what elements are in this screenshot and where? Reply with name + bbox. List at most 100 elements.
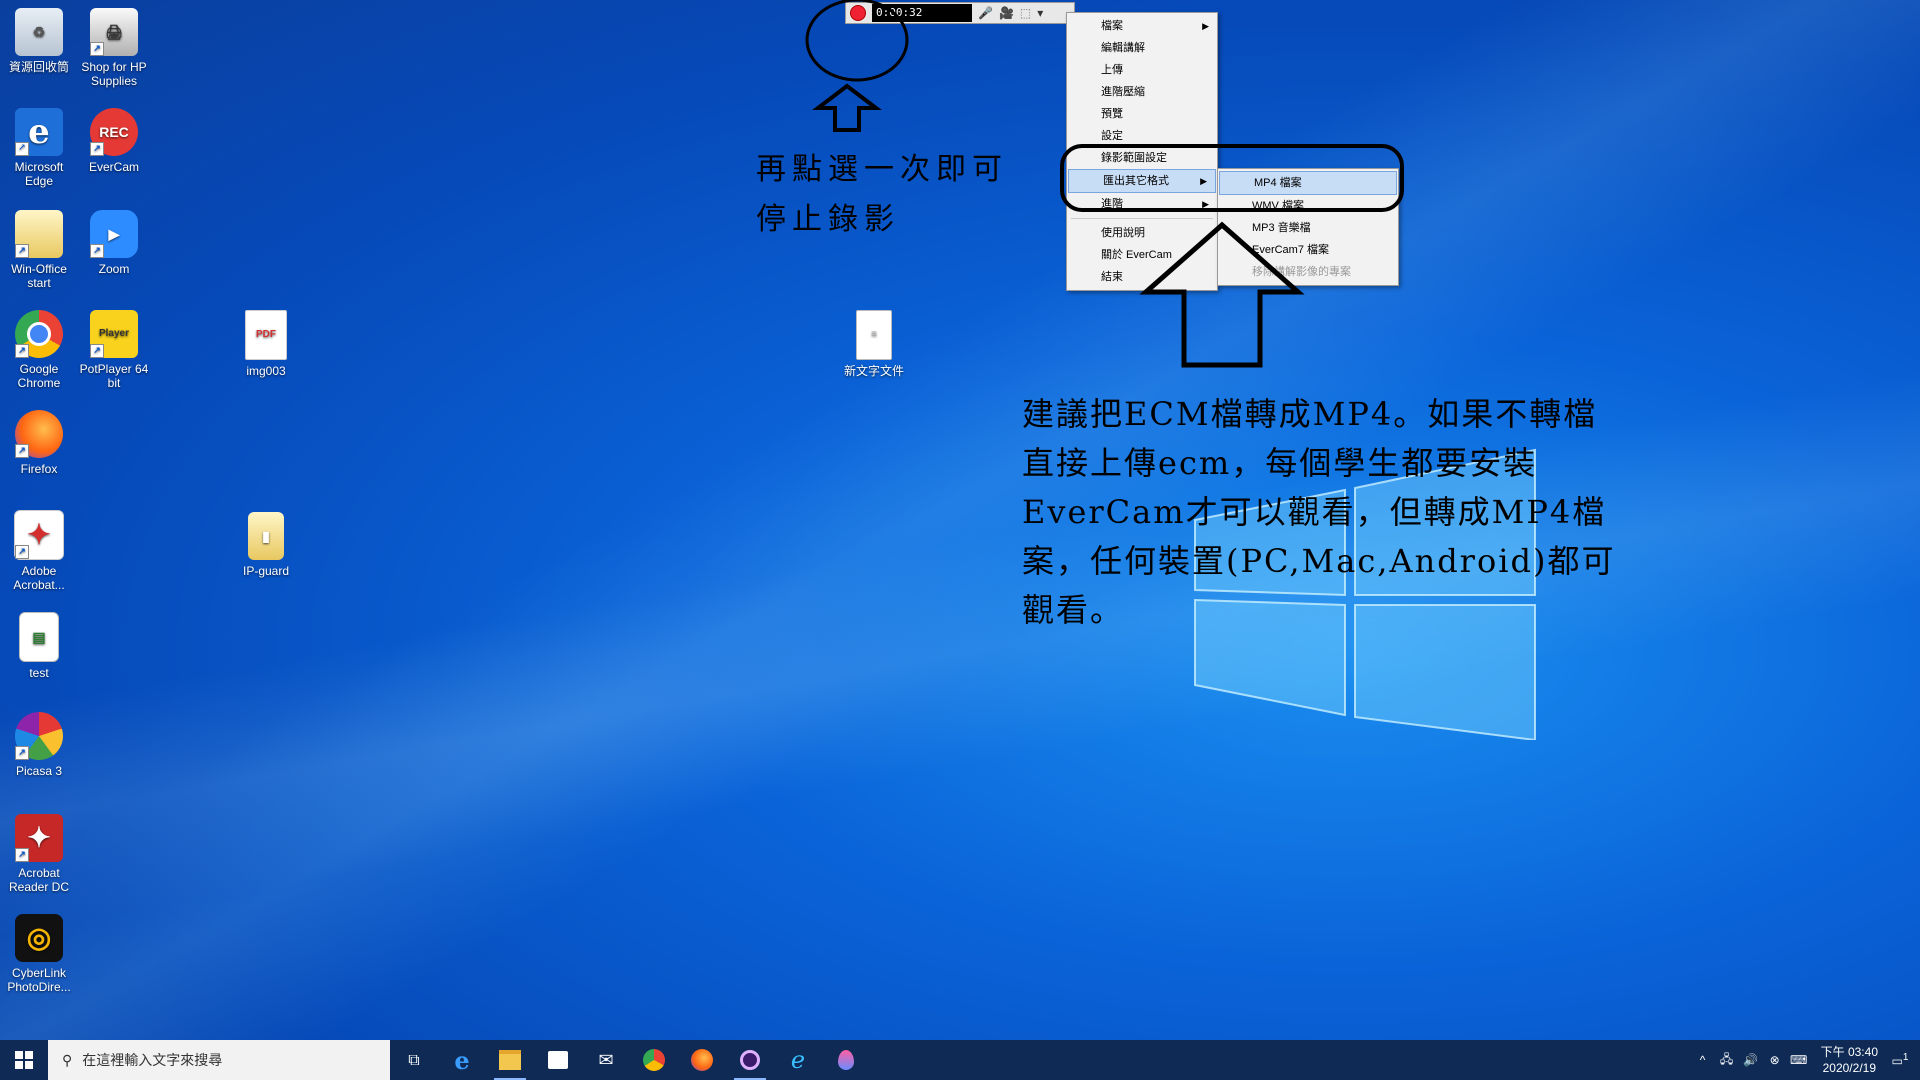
desktop-icon-new-text-file[interactable]: ≡ 新文字文件 xyxy=(835,310,913,378)
desktop-icon-cyberlink[interactable]: ◎ CyberLink PhotoDire... xyxy=(0,914,78,994)
stop-record-button[interactable] xyxy=(850,5,866,21)
export-submenu: MP4 檔案 WMV 檔案 MP3 音樂檔 EverCam7 檔案 移除講解影像… xyxy=(1217,168,1399,286)
menu-item-record-area[interactable]: 錄影範圍設定 xyxy=(1067,147,1217,169)
edge-icon: e ↗ xyxy=(15,108,63,156)
ime-icon[interactable]: ⌨ xyxy=(1787,1053,1811,1067)
desktop-icon-recycle-bin[interactable]: ♻ 資源回收筒 xyxy=(0,8,78,74)
pdf-file-icon: PDF xyxy=(245,310,287,360)
windows-icon xyxy=(15,1051,33,1069)
chevron-down-icon[interactable]: ▾ xyxy=(1037,6,1043,20)
taskbar: ⚲ 在這裡輸入文字來搜尋 ⧉ e ✉ e ^ 🖧 🔊 ⊗ ⌨ 下午 03:40 … xyxy=(0,1040,1920,1080)
annotation-advice: 建議把ECM檔轉成MP4。如果不轉檔直接上傳ecm，每個學生都要安裝EverCa… xyxy=(1022,395,1616,629)
desktop-icon-evercam[interactable]: REC ↗ EverCam xyxy=(75,108,153,174)
evercam-menu: 檔案 ▶ 編輯講解 上傳 進階壓縮 預覽 設定 錄影範圍設定 匯出其它格式 ▶ 進階… xyxy=(1066,12,1218,291)
document-icon: ▤ xyxy=(19,612,59,662)
evercam-recording-toolbar: 0:00:32 🎤 🎥 ⬚ ▾ xyxy=(845,2,1075,24)
desktop-icon-acrobat-reader[interactable]: ✦ ↗ Acrobat Reader DC xyxy=(0,814,78,894)
taskbar-file-explorer[interactable] xyxy=(486,1040,534,1080)
evercam-icon: REC ↗ xyxy=(90,108,138,156)
submenu-item-mp4[interactable]: MP4 檔案 xyxy=(1219,171,1397,195)
menu-item-settings[interactable]: 設定 xyxy=(1067,125,1217,147)
task-view-icon: ⧉ xyxy=(408,1050,420,1069)
recording-status-icon[interactable]: ⊗ xyxy=(1763,1053,1787,1067)
submenu-item-mp3[interactable]: MP3 音樂檔 xyxy=(1218,217,1398,239)
file-explorer-icon xyxy=(499,1050,521,1070)
acrobat-reader-icon: ✦ ↗ xyxy=(15,814,63,862)
text-file-icon: ≡ xyxy=(856,310,892,360)
desktop-icon-firefox[interactable]: ↗ Firefox xyxy=(0,410,78,476)
desktop-icon-potplayer[interactable]: Player ↗ PotPlayer 64 bit xyxy=(75,310,153,390)
annotation-arrow-up-small-shape xyxy=(812,83,882,132)
menu-separator xyxy=(1071,218,1213,219)
taskbar-mail[interactable]: ✉ xyxy=(582,1040,630,1080)
firefox-icon: ↗ xyxy=(15,410,63,458)
desktop-icon-ip-guard[interactable]: ▮ IP-guard xyxy=(227,512,305,578)
menu-item-advanced[interactable]: 進階 ▶ xyxy=(1067,193,1217,215)
cyberlink-icon: ◎ xyxy=(15,914,63,962)
submenu-item-remove-narration: 移除講解影像的專案 xyxy=(1252,266,1351,278)
desktop-icon-test[interactable]: ▤ test xyxy=(0,612,78,680)
taskbar-chrome[interactable] xyxy=(630,1040,678,1080)
chevron-up-icon[interactable]: ^ xyxy=(1691,1053,1715,1067)
clock[interactable]: 下午 03:40 2020/2/19 xyxy=(1811,1044,1888,1076)
edge-icon: e xyxy=(454,1045,470,1075)
mail-icon: ✉ xyxy=(598,1049,614,1071)
desktop-icon-hp-supplies[interactable]: 🖨 ↗ Shop for HP Supplies xyxy=(75,8,153,88)
menu-item-advanced-compress[interactable]: 進階壓縮 xyxy=(1067,81,1217,103)
select-area-icon[interactable]: ⬚ xyxy=(1020,6,1031,20)
potplayer-icon: Player ↗ xyxy=(90,310,138,358)
desktop-icon-chrome[interactable]: ↗ Google Chrome xyxy=(0,310,78,390)
taskbar-evercam[interactable] xyxy=(726,1040,774,1080)
taskbar-ie[interactable]: e xyxy=(774,1040,822,1080)
search-icon: ⚲ xyxy=(62,1051,73,1068)
submenu-item-wmv[interactable]: WMV 檔案 xyxy=(1218,195,1398,217)
picasa-icon: ↗ xyxy=(15,712,63,760)
chrome-icon xyxy=(643,1049,665,1071)
desktop-icon-adobe-acrobat[interactable]: ✦ ↗ Adobe Acrobat... xyxy=(0,510,78,592)
desktop-icon-img003[interactable]: PDF img003 xyxy=(227,310,305,378)
volume-icon[interactable]: 🔊 xyxy=(1739,1053,1763,1067)
camera-icon[interactable]: 🎥 xyxy=(999,6,1014,20)
menu-item-exit[interactable]: 結束 xyxy=(1067,266,1217,288)
desktop-icon-win-office[interactable]: ↗ Win-Office start xyxy=(0,210,78,290)
notification-icon[interactable]: ▭1 xyxy=(1888,1052,1912,1068)
annotation-stop-hint: 再點選一次即可 停止錄影 xyxy=(756,152,1008,237)
folder-zip-icon: ▮ xyxy=(248,512,284,560)
start-button[interactable] xyxy=(0,1040,48,1080)
folder-icon: ↗ xyxy=(15,210,63,258)
taskbar-store[interactable] xyxy=(534,1040,582,1080)
menu-item-export-format[interactable]: 匯出其它格式 ▶ xyxy=(1068,169,1216,193)
network-icon[interactable]: 🖧 xyxy=(1715,1050,1739,1071)
maps-icon xyxy=(838,1050,854,1070)
submenu-item-evercam7[interactable]: EverCam7 檔案 xyxy=(1218,239,1398,261)
acrobat-icon: ✦ ↗ xyxy=(14,510,64,560)
record-timer: 0:00:32 xyxy=(872,4,972,22)
taskbar-edge[interactable]: e xyxy=(438,1040,486,1080)
system-tray: ^ 🖧 🔊 ⊗ ⌨ 下午 03:40 2020/2/19 ▭1 xyxy=(1691,1040,1920,1080)
menu-item-upload[interactable]: 上傳 xyxy=(1067,59,1217,81)
store-icon xyxy=(548,1051,568,1069)
chevron-right-icon: ▶ xyxy=(1200,176,1207,186)
microphone-icon[interactable]: 🎤 xyxy=(978,6,993,20)
menu-item-edit-narration[interactable]: 編輯講解 xyxy=(1067,37,1217,59)
chevron-right-icon: ▶ xyxy=(1202,199,1209,209)
desktop-icon-edge[interactable]: e ↗ Microsoft Edge xyxy=(0,108,78,188)
taskbar-maps[interactable] xyxy=(822,1040,870,1080)
recycle-bin-icon: ♻ xyxy=(15,8,63,56)
chevron-right-icon: ▶ xyxy=(1202,21,1209,31)
printer-icon: 🖨 ↗ xyxy=(90,8,138,56)
firefox-icon xyxy=(691,1049,713,1071)
zoom-icon: ▶ ↗ xyxy=(90,210,138,258)
desktop-icon-picasa[interactable]: ↗ Picasa 3 xyxy=(0,712,78,778)
menu-item-about[interactable]: 關於 EverCam xyxy=(1067,244,1217,266)
menu-item-preview[interactable]: 預覽 xyxy=(1067,103,1217,125)
task-view-button[interactable]: ⧉ xyxy=(390,1040,438,1080)
annotation-arrow-up-small xyxy=(820,86,874,130)
menu-item-help[interactable]: 使用說明 xyxy=(1067,222,1217,244)
desktop-icon-zoom[interactable]: ▶ ↗ Zoom xyxy=(75,210,153,276)
evercam-icon xyxy=(740,1050,760,1070)
menu-item-file[interactable]: 檔案 ▶ xyxy=(1067,15,1217,37)
ie-icon: e xyxy=(790,1046,806,1074)
taskbar-firefox[interactable] xyxy=(678,1040,726,1080)
taskbar-search-box[interactable]: ⚲ 在這裡輸入文字來搜尋 xyxy=(48,1040,390,1080)
